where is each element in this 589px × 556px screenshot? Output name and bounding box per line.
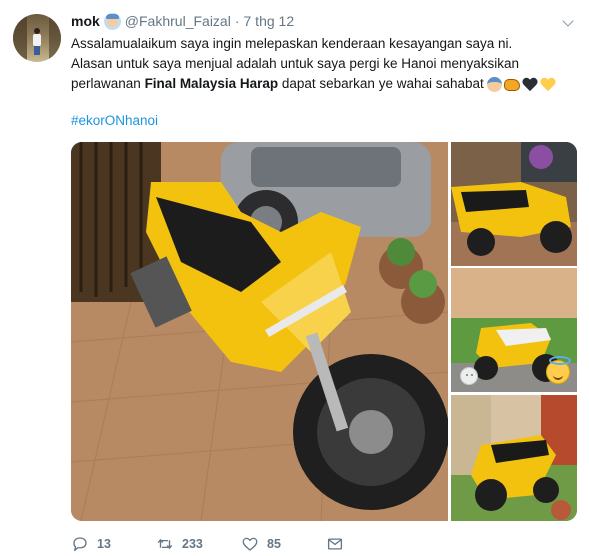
motorcycle-photo <box>451 142 577 266</box>
user-handle[interactable]: @Fakhrul_Faizal <box>125 13 231 29</box>
face-icon[interactable] <box>460 367 478 385</box>
tweet-text-line: Alasan untuk saya menjual adalah untuk s… <box>71 56 520 71</box>
reply-icon <box>73 537 87 552</box>
avatar[interactable] <box>13 14 61 62</box>
tweet-header: mok @Fakhrul_Faizal · 7 thg 12 <box>71 11 294 31</box>
retweet-count: 233 <box>182 537 203 551</box>
avatar-bg-wall <box>49 14 61 62</box>
photo-1[interactable] <box>451 142 577 266</box>
emoji-group <box>486 74 558 94</box>
reply-count: 13 <box>97 537 111 551</box>
mechanic-emoji-icon <box>103 12 121 30</box>
tweet-text-line: Assalamualaikum saya ingin melepaskan ke… <box>71 36 513 51</box>
black-heart-emoji-icon <box>522 78 538 92</box>
tweet-text-line: perlawanan Final Malaysia Harap dapat se… <box>71 74 576 94</box>
tweet-date[interactable]: 7 thg 12 <box>244 13 295 29</box>
motorcycle-photo <box>451 395 577 521</box>
like-count: 85 <box>267 537 281 551</box>
heart-icon <box>242 537 258 551</box>
reply-button[interactable]: 13 <box>71 535 156 553</box>
mechanic-emoji-icon <box>486 77 502 93</box>
tiger-emoji-icon <box>503 78 520 91</box>
photo-main[interactable] <box>71 142 448 521</box>
retweet-icon <box>157 538 173 550</box>
retweet-button[interactable]: 233 <box>156 535 241 553</box>
display-name[interactable]: mok <box>71 13 100 29</box>
tweet-text: Assalamualaikum saya ingin melepaskan ke… <box>71 34 576 94</box>
message-button[interactable] <box>326 535 344 553</box>
tweet-text-segment: perlawanan <box>71 76 145 91</box>
tweet-actions: 13 233 85 <box>71 534 344 554</box>
avatar-figure <box>32 28 42 55</box>
smiling-halo-emoji-icon <box>546 356 571 384</box>
chevron-down-icon[interactable] <box>561 16 575 30</box>
photo-3[interactable] <box>451 395 577 521</box>
like-button[interactable]: 85 <box>241 535 326 553</box>
yellow-heart-emoji-icon <box>540 78 556 92</box>
hashtag-link[interactable]: #ekorONhanoi <box>71 113 158 128</box>
motorcycle-photo <box>71 142 448 521</box>
avatar-bg-wall <box>13 14 27 62</box>
separator-dot: · <box>234 13 240 29</box>
tweet-text-segment: dapat sebarkan ye wahai sahabat <box>278 76 484 91</box>
envelope-icon <box>327 538 343 550</box>
tweet-text-bold: Final Malaysia Harap <box>144 76 279 91</box>
